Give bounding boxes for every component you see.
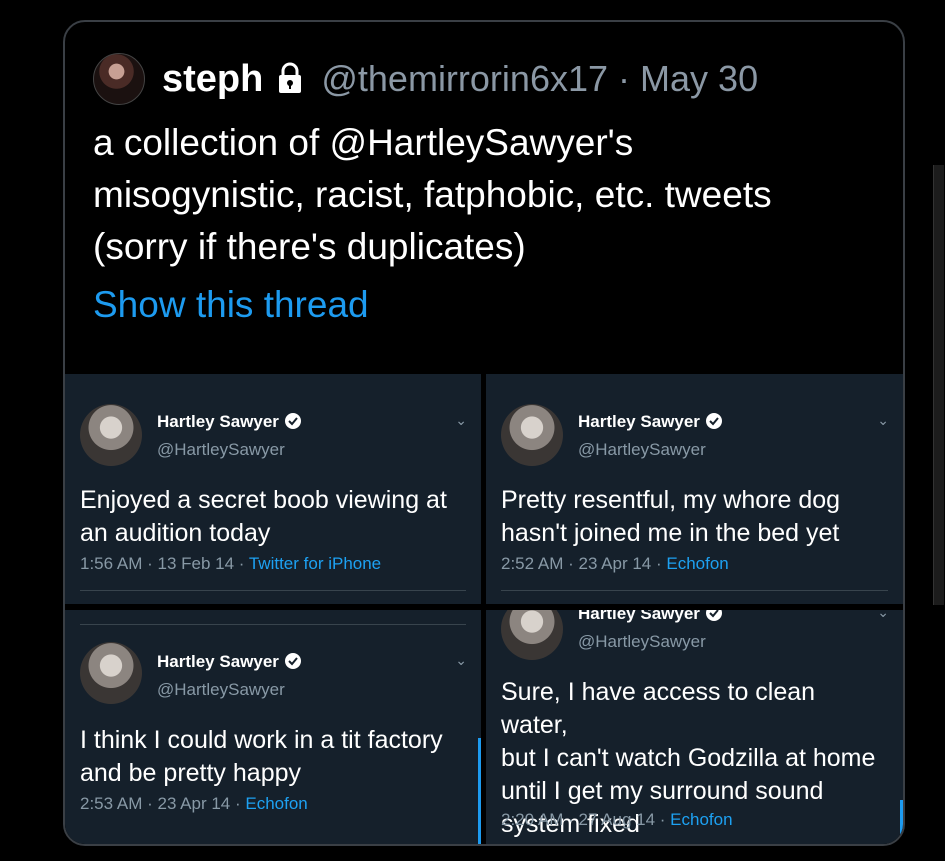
author-avatar[interactable] bbox=[93, 53, 145, 105]
meta-sep: · bbox=[651, 554, 667, 573]
tweet-source: Twitter for iPhone bbox=[248, 554, 382, 573]
tweet-line: and be pretty happy bbox=[80, 759, 301, 787]
tweet-author-name: Hartley Sawyer bbox=[157, 652, 302, 675]
tweet-meta: 2:53 AM · 23 Apr 14 · Echofon bbox=[80, 794, 308, 814]
meta-sep: · bbox=[230, 794, 246, 813]
tweet-header: steph @themirrorin6x17 · May 30 bbox=[93, 53, 758, 105]
author-name[interactable]: steph bbox=[162, 58, 263, 101]
divider bbox=[80, 590, 466, 591]
image-panel-4[interactable]: Hartley Sawyer @HartleySawyer ⌄ Sure, I … bbox=[486, 610, 903, 844]
author-handle[interactable]: @themirrorin6x17 · May 30 bbox=[321, 58, 758, 100]
image-panel-2[interactable]: Hartley Sawyer @HartleySawyer ⌄ Pretty r… bbox=[486, 374, 903, 604]
tweet-source: Echofon bbox=[245, 794, 308, 813]
divider bbox=[501, 590, 888, 591]
chevron-down-icon: ⌄ bbox=[455, 412, 467, 428]
tweet-date: 23 Apr 14 bbox=[157, 794, 231, 813]
post-date[interactable]: May 30 bbox=[640, 58, 758, 99]
scroll-indicator bbox=[900, 800, 903, 844]
tweet-line: Pretty resentful, my whore dog bbox=[501, 486, 841, 514]
tweet-meta: 2:52 AM · 23 Apr 14 · Echofon bbox=[501, 554, 729, 574]
meta-sep: · bbox=[142, 794, 158, 813]
image-panel-3[interactable]: Hartley Sawyer @HartleySawyer ⌄ I think … bbox=[65, 610, 481, 844]
meta-sep: · bbox=[142, 554, 158, 573]
embedded-tweet-text: I think I could work in a tit factory an… bbox=[80, 724, 460, 790]
verified-badge-icon bbox=[284, 652, 302, 675]
tweet-line: Sure, I have access to clean water, bbox=[501, 678, 816, 739]
image-panel-1[interactable]: Hartley Sawyer @HartleySawyer ⌄ Enjoyed … bbox=[65, 374, 481, 604]
chevron-down-icon: ⌄ bbox=[877, 610, 889, 620]
avatar bbox=[501, 404, 563, 466]
author-name-text: Hartley Sawyer bbox=[578, 610, 700, 623]
tweet-date: 13 Feb 14 bbox=[157, 554, 235, 573]
tweet-author-handle: @HartleySawyer bbox=[157, 440, 285, 459]
tweet-author-name: Hartley Sawyer bbox=[157, 412, 302, 435]
tweet-meta: 1:56 AM · 13 Feb 14 · Twitter for iPhone bbox=[80, 554, 381, 574]
lock-icon bbox=[273, 61, 307, 100]
tweet-author-handle: @HartleySawyer bbox=[578, 632, 706, 651]
handle-text: @themirrorin6x17 bbox=[321, 58, 609, 99]
avatar bbox=[80, 404, 142, 466]
tweet-source: Echofon bbox=[666, 554, 729, 573]
tweet-card[interactable]: steph @themirrorin6x17 · May 30 a collec… bbox=[63, 20, 905, 846]
meta-sep: · bbox=[563, 810, 579, 829]
tweet-author-name: Hartley Sawyer bbox=[578, 610, 723, 627]
meta-sep: · bbox=[655, 810, 671, 829]
avatar bbox=[80, 642, 142, 704]
meta-sep: · bbox=[563, 554, 579, 573]
tweet-author-handle: @HartleySawyer bbox=[578, 440, 706, 459]
author-name-text: Hartley Sawyer bbox=[157, 652, 279, 671]
avatar bbox=[501, 610, 563, 660]
tweet-time: 1:56 AM bbox=[80, 554, 143, 573]
tweet-text-line: misogynistic, racist, fatphobic, etc. tw… bbox=[93, 174, 772, 215]
verified-badge-icon bbox=[705, 610, 723, 627]
divider bbox=[80, 624, 466, 625]
chevron-down-icon: ⌄ bbox=[877, 412, 889, 428]
tweet-meta: 2:20 AM · 27 Aug 14 · Echofon bbox=[501, 810, 733, 830]
tweet-line: until I get my surround sound bbox=[501, 777, 824, 805]
embedded-tweet-text: Enjoyed a secret boob viewing at an audi… bbox=[80, 484, 460, 550]
meta-sep: · bbox=[234, 554, 249, 573]
page-scrollbar[interactable] bbox=[933, 165, 944, 605]
chevron-down-icon: ⌄ bbox=[455, 652, 467, 668]
embedded-tweet-text: Pretty resentful, my whore dog hasn't jo… bbox=[501, 484, 881, 550]
tweet-line: hasn't joined me in the bed yet bbox=[501, 519, 840, 547]
tweet-date: 23 Apr 14 bbox=[578, 554, 652, 573]
image-grid[interactable]: Hartley Sawyer @HartleySawyer ⌄ Enjoyed … bbox=[65, 374, 903, 844]
tweet-text-line: a collection of @HartleySawyer's bbox=[93, 122, 634, 163]
tweet-line: I think I could work in a tit factory bbox=[80, 726, 443, 754]
scroll-indicator bbox=[478, 738, 481, 844]
tweet-date: 27 Aug 14 bbox=[578, 810, 656, 829]
tweet-source: Echofon bbox=[670, 810, 733, 829]
tweet-time: 2:53 AM bbox=[80, 794, 143, 813]
tweet-line: Enjoyed a secret boob viewing at bbox=[80, 486, 447, 514]
separator-dot: · bbox=[618, 58, 631, 99]
verified-badge-icon bbox=[284, 412, 302, 435]
tweet-time: 2:20 AM bbox=[501, 810, 564, 829]
tweet-line: but I can't watch Godzilla at home bbox=[501, 744, 876, 772]
verified-badge-icon bbox=[705, 412, 723, 435]
tweet-line: an audition today bbox=[80, 519, 271, 547]
author-name-text: Hartley Sawyer bbox=[578, 412, 700, 431]
tweet-author-name: Hartley Sawyer bbox=[578, 412, 723, 435]
tweet-text-line: (sorry if there's duplicates) bbox=[93, 226, 526, 267]
tweet-text: a collection of @HartleySawyer's misogyn… bbox=[93, 117, 873, 273]
author-name-text: Hartley Sawyer bbox=[157, 412, 279, 431]
show-thread-link[interactable]: Show this thread bbox=[93, 284, 369, 326]
tweet-author-handle: @HartleySawyer bbox=[157, 680, 285, 699]
tweet-time: 2:52 AM bbox=[501, 554, 564, 573]
